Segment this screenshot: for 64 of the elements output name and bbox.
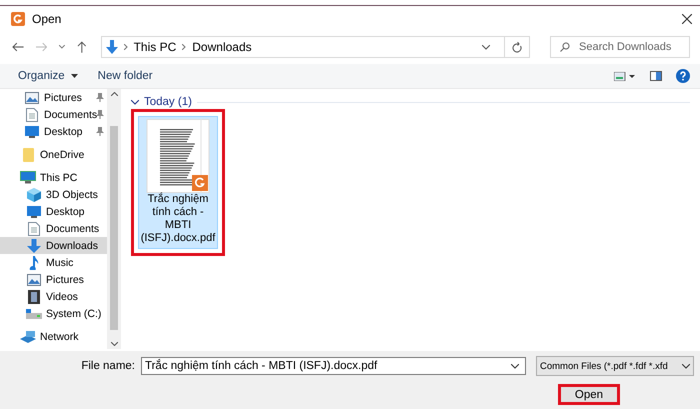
file-name: Trắc nghiệm tính cách - MBTI (ISFJ).docx.pdf bbox=[140, 193, 216, 245]
search-icon bbox=[560, 42, 570, 52]
pictures-icon bbox=[27, 274, 41, 286]
pdf-thumbnail-icon bbox=[146, 119, 210, 193]
scrollbar-thumb[interactable] bbox=[110, 126, 118, 330]
computer-icon bbox=[20, 171, 36, 184]
app-logo-icon bbox=[11, 12, 25, 26]
breadcrumb[interactable]: This PC bbox=[134, 40, 176, 54]
pictures-icon bbox=[25, 92, 39, 104]
search-field[interactable]: Search Downloads bbox=[550, 36, 690, 58]
file-item[interactable]: Trắc nghiệm tính cách - MBTI (ISFJ).docx.pdf bbox=[138, 116, 218, 249]
sidebar-item[interactable]: Desktop bbox=[0, 203, 107, 220]
chevron-icon bbox=[124, 44, 128, 50]
videos-icon bbox=[28, 290, 40, 304]
sidebar-item[interactable]: Music bbox=[0, 254, 107, 271]
sidebar-item[interactable]: Videos bbox=[0, 288, 107, 305]
sidebar-item[interactable]: Pictures bbox=[0, 89, 107, 106]
downloads-icon bbox=[106, 40, 118, 54]
window-title: Open bbox=[32, 12, 62, 26]
sidebar-item[interactable]: 3D Objects bbox=[0, 186, 107, 203]
scroll-down-icon[interactable] bbox=[110, 342, 118, 346]
dropdown-caret-icon bbox=[682, 364, 690, 368]
dropdown-caret-icon[interactable] bbox=[511, 364, 519, 368]
music-icon bbox=[29, 256, 39, 270]
address-bar[interactable]: This PC Downloads bbox=[100, 36, 530, 58]
organize-button[interactable]: Organize bbox=[18, 68, 78, 84]
file-type-dropdown[interactable]: Common Files (*.pdf *.fdf *.xfd bbox=[536, 356, 694, 376]
up-icon[interactable] bbox=[76, 41, 87, 53]
dropdown-caret-icon[interactable] bbox=[482, 44, 490, 50]
group-header[interactable]: Today (1) bbox=[144, 96, 192, 108]
back-icon[interactable] bbox=[12, 42, 24, 52]
view-options-icon[interactable] bbox=[614, 72, 636, 80]
sidebar-item[interactable]: OneDrive bbox=[0, 146, 107, 163]
refresh-icon[interactable] bbox=[512, 42, 522, 52]
open-button[interactable]: Open bbox=[558, 384, 620, 405]
file-name-label: File name: bbox=[81, 360, 135, 372]
sidebar-item[interactable]: Documents bbox=[0, 220, 107, 237]
sidebar-item[interactable]: Downloads bbox=[0, 237, 107, 254]
chevron-icon bbox=[182, 44, 186, 50]
network-icon bbox=[20, 330, 36, 342]
scroll-up-icon[interactable] bbox=[110, 92, 118, 96]
close-icon[interactable] bbox=[682, 14, 692, 24]
recent-caret-icon[interactable] bbox=[59, 45, 65, 49]
breadcrumb[interactable]: Downloads bbox=[192, 40, 252, 54]
sidebar-item[interactable]: System (C:) bbox=[0, 305, 107, 322]
file-name-field[interactable]: Trắc nghiệm tính cách - MBTI (ISFJ).docx.pdf bbox=[141, 357, 526, 375]
desktop-icon bbox=[25, 126, 39, 138]
help-icon[interactable] bbox=[676, 69, 690, 83]
documents-icon bbox=[26, 108, 38, 122]
collapse-caret-icon[interactable] bbox=[131, 100, 139, 104]
caret-icon bbox=[70, 74, 78, 78]
preview-pane-icon[interactable] bbox=[650, 71, 662, 81]
new-folder-button[interactable]: New folder bbox=[98, 68, 153, 84]
sidebar-item[interactable]: Desktop bbox=[0, 123, 107, 140]
cloud-icon bbox=[22, 148, 34, 162]
sidebar-item[interactable]: This PC bbox=[0, 169, 107, 186]
drive-icon bbox=[26, 308, 42, 318]
objects-icon bbox=[27, 188, 41, 202]
sidebar-item[interactable]: Network bbox=[0, 328, 107, 345]
desktop-icon bbox=[27, 206, 41, 218]
downloads-icon bbox=[27, 238, 41, 252]
sidebar-item[interactable]: Pictures bbox=[0, 271, 107, 288]
documents-icon bbox=[28, 222, 40, 236]
sidebar-item[interactable]: Documents bbox=[0, 106, 107, 123]
